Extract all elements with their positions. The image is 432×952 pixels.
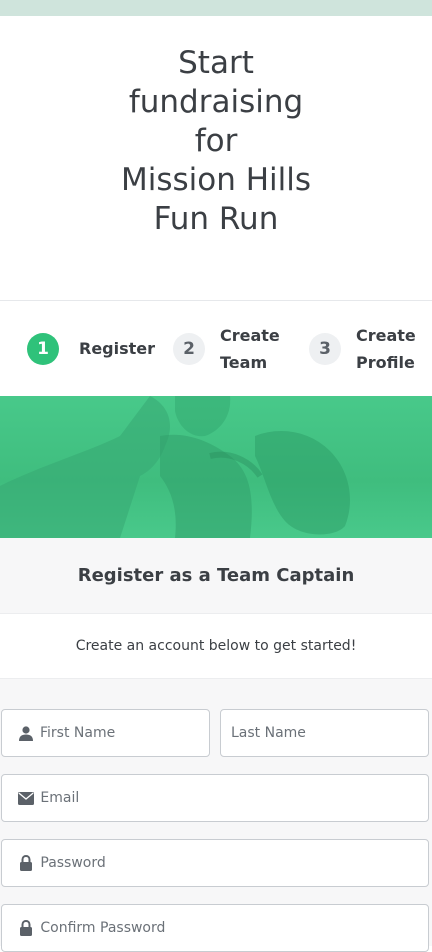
- step-number: 3: [309, 332, 341, 365]
- lock-icon: [18, 919, 34, 937]
- step-label-line: Create: [220, 325, 280, 345]
- lock-icon: [18, 854, 34, 872]
- envelope-icon: [18, 789, 35, 807]
- step-number: 1: [27, 332, 59, 365]
- title-line: fundraising: [128, 84, 304, 120]
- step-label: Register: [79, 335, 155, 362]
- title-line: Start: [178, 45, 254, 81]
- step-label-line: Team: [220, 352, 268, 372]
- step-register[interactable]: 1 Register: [27, 301, 155, 396]
- section-heading: Register as a Team Captain: [0, 538, 432, 614]
- step-label-line: Create: [356, 325, 416, 345]
- step-label-line: Profile: [356, 352, 415, 372]
- runner-silhouette: [0, 396, 350, 538]
- top-bar: [0, 0, 432, 16]
- first-name-input[interactable]: [40, 725, 209, 741]
- step-label: Create Profile: [356, 322, 416, 376]
- first-name-field[interactable]: [1, 709, 210, 757]
- last-name-field[interactable]: [220, 709, 429, 757]
- step-label-line: Register: [79, 339, 156, 358]
- step-create-profile[interactable]: 3 Create Profile: [309, 301, 416, 396]
- email-field[interactable]: [1, 774, 429, 822]
- step-label: Create Team: [220, 322, 280, 376]
- email-input[interactable]: [40, 790, 428, 806]
- confirm-password-input[interactable]: [40, 920, 428, 936]
- progress-steps: 1 Register 2 Create Team 3 Create Profil…: [0, 301, 432, 396]
- last-name-input[interactable]: [231, 725, 428, 741]
- step-number: 2: [173, 332, 205, 365]
- step-create-team[interactable]: 2 Create Team: [173, 301, 280, 396]
- password-input[interactable]: [40, 855, 428, 871]
- password-field[interactable]: [1, 839, 429, 887]
- hero-banner-image: [0, 396, 432, 538]
- user-icon: [18, 724, 34, 742]
- section-subheading: Create an account below to get started!: [0, 614, 432, 679]
- confirm-password-field[interactable]: [1, 904, 429, 952]
- title-line: for: [194, 123, 238, 159]
- title-line: Fun Run: [153, 201, 279, 237]
- page-title: Start fundraising for Mission Hills Fun …: [0, 44, 432, 264]
- title-line: Mission Hills: [120, 162, 312, 198]
